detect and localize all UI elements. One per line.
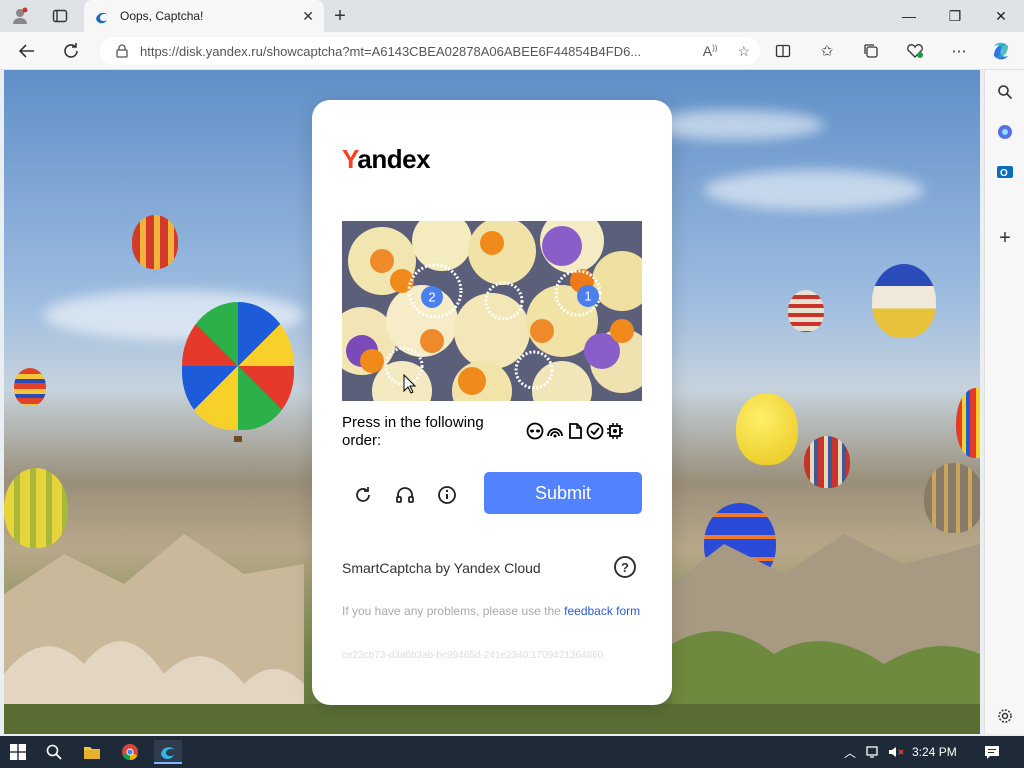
mask-icon (526, 422, 544, 440)
copilot-sidebar-icon[interactable] (993, 120, 1017, 144)
file-explorer-icon[interactable] (80, 740, 104, 764)
tab-actions-icon[interactable] (50, 6, 70, 26)
address-bar-row: https://disk.yandex.ru/showcaptcha?mt=A6… (0, 32, 1024, 70)
balloon-striped (788, 290, 824, 332)
url-field[interactable]: https://disk.yandex.ru/showcaptcha?mt=A6… (100, 37, 760, 65)
new-tab-button[interactable]: + (330, 5, 350, 27)
browser-essentials-icon[interactable] (904, 40, 926, 62)
help-icon[interactable]: ? (614, 556, 636, 578)
favorite-star-icon[interactable]: ☆ (737, 43, 750, 60)
chrome-icon[interactable] (118, 740, 142, 764)
yandex-logo: Yandex (342, 144, 431, 174)
more-menu-icon[interactable]: ⋯ (948, 40, 970, 62)
captcha-image[interactable]: 2 1 (342, 221, 642, 401)
back-arrow-icon[interactable] (16, 40, 38, 62)
document-icon (566, 422, 584, 440)
tab-title: Oops, Captcha! (120, 9, 204, 23)
collections-icon[interactable] (860, 40, 882, 62)
refresh-captcha-icon[interactable] (350, 482, 376, 508)
taskbar-search-icon[interactable] (42, 740, 66, 764)
problems-text: If you have any problems, please use the… (342, 604, 641, 618)
settings-gear-icon[interactable] (993, 704, 1017, 728)
svg-text:1: 1 (584, 289, 591, 304)
audio-captcha-icon[interactable] (392, 482, 418, 508)
captcha-card: Yandex 2 1 Press in the following order:… (312, 100, 672, 705)
feedback-form-link[interactable]: feedback form (564, 604, 640, 618)
windows-taskbar: ︿ 3:24 PM (0, 736, 1024, 768)
info-icon[interactable] (434, 482, 460, 508)
swirl-icon (546, 422, 564, 440)
balloon-edge-right (956, 388, 980, 458)
svg-text:O: O (1000, 168, 1008, 179)
windows-start-icon[interactable] (6, 740, 30, 764)
instruction-text: Press in the following order: (342, 414, 484, 449)
read-aloud-icon[interactable]: A)) (703, 43, 718, 59)
taskbar-clock[interactable]: 3:24 PM (912, 745, 957, 759)
add-sidebar-icon[interactable]: + (993, 226, 1017, 250)
tab-bar: Oops, Captcha! ✕ + — ❐ ✕ (0, 0, 1024, 32)
outlook-icon[interactable]: O (993, 160, 1017, 184)
search-icon[interactable] (993, 80, 1017, 104)
minimize-button[interactable]: — (886, 0, 932, 32)
tab-close-icon[interactable]: ✕ (302, 8, 314, 25)
captcha-token: ce23cb73-d3a6b3ab-bc99465d-241e2340:1709… (342, 650, 604, 661)
restore-button[interactable]: ❐ (932, 0, 978, 32)
submit-button[interactable]: Submit (484, 472, 642, 514)
chip-icon (606, 422, 624, 440)
profile-icon[interactable] (10, 6, 30, 26)
target-order-icons (526, 422, 624, 440)
copilot-icon[interactable] (990, 40, 1012, 62)
edge-sidebar: O + (984, 70, 1024, 734)
tab-captcha[interactable]: Oops, Captcha! ✕ (84, 0, 324, 32)
balloon-small-left (14, 368, 46, 406)
balloon-blue-white (872, 264, 936, 338)
svg-text:2: 2 (428, 290, 435, 305)
edge-taskbar-icon[interactable] (154, 740, 182, 764)
smartcaptcha-brand: SmartCaptcha by Yandex Cloud (342, 560, 541, 576)
split-screen-icon[interactable] (772, 40, 794, 62)
lock-icon (116, 44, 128, 58)
balloon-large-multicolor (182, 302, 294, 430)
volume-muted-icon[interactable] (884, 740, 908, 764)
balloon-red (132, 215, 178, 269)
check-circle-icon (586, 422, 604, 440)
edge-favicon (96, 12, 108, 24)
favorites-icon[interactable]: ✩ (816, 40, 838, 62)
close-window-button[interactable]: ✕ (978, 0, 1024, 32)
refresh-icon[interactable] (60, 40, 82, 62)
network-icon[interactable] (862, 740, 886, 764)
notifications-icon[interactable] (980, 740, 1004, 764)
url-text: https://disk.yandex.ru/showcaptcha?mt=A6… (140, 43, 642, 59)
system-tray-chevron-icon[interactable]: ︿ (838, 740, 862, 764)
balloon-yellow (736, 393, 798, 465)
